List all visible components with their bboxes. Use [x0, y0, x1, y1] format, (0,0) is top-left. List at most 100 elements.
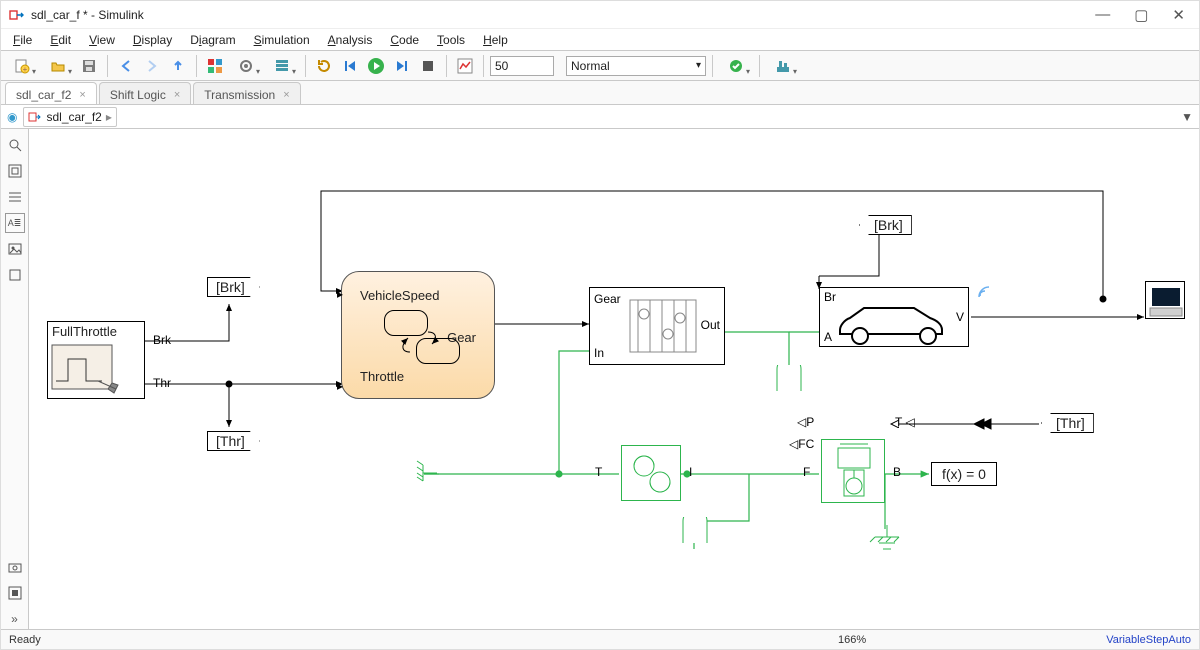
hide-nav-button[interactable]: ◉ [7, 110, 17, 124]
breadcrumb[interactable]: sdl_car_f2 ▸ [23, 107, 116, 127]
menu-diagram[interactable]: Diagram [182, 31, 243, 49]
toolbar-sep [759, 55, 760, 77]
toolbar: + 50 Normal▾ [1, 51, 1199, 81]
menu-analysis[interactable]: Analysis [320, 31, 381, 49]
block-engine[interactable] [821, 439, 885, 503]
goto-thr[interactable]: [Thr] [207, 431, 260, 451]
mech-ref-icon [771, 365, 807, 393]
block-signal-builder[interactable]: FullThrottle [47, 321, 145, 399]
from-thr[interactable]: [Thr] [1041, 413, 1094, 433]
port-f: F [803, 465, 810, 479]
signal-lines [29, 129, 1199, 629]
scope-icon [1146, 282, 1186, 320]
menu-code[interactable]: Code [382, 31, 427, 49]
run-button[interactable] [364, 54, 388, 78]
close-icon[interactable]: × [174, 89, 180, 101]
menu-view[interactable]: View [81, 31, 123, 49]
stop-time-input[interactable]: 50 [490, 56, 554, 76]
fit-to-view-icon[interactable] [5, 161, 25, 181]
window-close-button[interactable]: ✕ [1166, 4, 1191, 26]
port-thr: Thr [153, 376, 171, 390]
side-palette: A≣ » [1, 129, 29, 629]
build-button[interactable] [766, 54, 800, 78]
toolbar-sep [712, 55, 713, 77]
record-icon[interactable] [5, 583, 25, 603]
torque-sensor-icon [622, 446, 682, 502]
model-icon [28, 110, 42, 124]
port-t2: T ◁ [895, 415, 915, 429]
port-brk: Brk [153, 333, 171, 347]
model-config-button[interactable] [229, 54, 263, 78]
menu-display[interactable]: Display [125, 31, 180, 49]
port-b: B [893, 465, 901, 479]
toolbar-sep [446, 55, 447, 77]
block-solver-config[interactable]: f(x) = 0 [931, 462, 997, 486]
mech-ground-icon [415, 459, 445, 487]
simulink-app-icon [9, 7, 25, 23]
explorer-bar: ◉ sdl_car_f2 ▸ ▼ [1, 105, 1199, 129]
annotation-icon[interactable]: A≣ [5, 213, 25, 233]
status-solver[interactable]: VariableStepAuto [1106, 634, 1191, 646]
chart-in-tri: ▸ [337, 287, 343, 301]
car-icon [820, 288, 970, 348]
simulation-mode-select[interactable]: Normal▾ [566, 56, 706, 76]
titlebar: sdl_car_f * - Simulink — ▢ ✕ [1, 1, 1199, 29]
model-tabs: sdl_car_f2× Shift Logic× Transmission× [1, 81, 1199, 105]
from-brk[interactable]: [Brk] [859, 215, 912, 235]
expand-dropdown[interactable]: ▼ [1181, 110, 1193, 124]
model-explorer-button[interactable] [265, 54, 299, 78]
signal-builder-icon [48, 341, 144, 395]
advisor-button[interactable] [719, 54, 753, 78]
data-inspector-button[interactable] [453, 54, 477, 78]
goto-brk[interactable]: [Brk] [207, 277, 260, 297]
menu-file[interactable]: File [5, 31, 40, 49]
image-icon[interactable] [5, 239, 25, 259]
port-fc: ◁FC [789, 437, 814, 451]
toolbar-sep [107, 55, 108, 77]
tab-model[interactable]: sdl_car_f2× [5, 82, 97, 104]
menu-tools[interactable]: Tools [429, 31, 473, 49]
new-model-button[interactable]: + [5, 54, 39, 78]
menu-help[interactable]: Help [475, 31, 516, 49]
block-vehicle[interactable]: Br A V [819, 287, 969, 347]
open-button[interactable] [41, 54, 75, 78]
window-title: sdl_car_f * - Simulink [31, 8, 144, 22]
block-transmission[interactable]: Gear Out In [589, 287, 725, 365]
block-scope[interactable] [1145, 281, 1185, 319]
menu-edit[interactable]: Edit [42, 31, 79, 49]
block-torque-sensor[interactable] [621, 445, 681, 501]
nav-up-button[interactable] [166, 54, 190, 78]
step-fwd-button[interactable] [390, 54, 414, 78]
area-icon[interactable] [5, 265, 25, 285]
library-browser-button[interactable] [203, 54, 227, 78]
save-button[interactable] [77, 54, 101, 78]
svg-text:+: + [23, 65, 28, 74]
signal-log-icon [977, 285, 991, 299]
window-minimize-button[interactable]: — [1089, 4, 1116, 25]
toolbar-sep [305, 55, 306, 77]
nav-back-button[interactable] [114, 54, 138, 78]
more-icon[interactable]: » [5, 609, 25, 629]
tab-transmission[interactable]: Transmission× [193, 82, 300, 104]
toolbar-sep [196, 55, 197, 77]
engine-icon [822, 440, 886, 504]
status-zoom[interactable]: 166% [838, 634, 866, 646]
block-shift-logic[interactable]: VehicleSpeed Gear Throttle [341, 271, 495, 399]
nav-fwd-button[interactable] [140, 54, 164, 78]
close-icon[interactable]: × [283, 89, 289, 101]
port-t: T [595, 465, 602, 479]
toggle-annotations-icon[interactable] [5, 187, 25, 207]
screenshot-icon[interactable] [5, 557, 25, 577]
stop-button[interactable] [416, 54, 440, 78]
menu-simulation[interactable]: Simulation [246, 31, 318, 49]
close-icon[interactable]: × [79, 89, 85, 101]
elec-ground-icon [869, 525, 905, 553]
diagram-canvas[interactable]: FullThrottle Brk Thr [Brk] [Thr] Vehicle… [29, 129, 1199, 629]
tab-shift-logic[interactable]: Shift Logic× [99, 82, 191, 104]
step-back-button[interactable] [338, 54, 362, 78]
menubar: File Edit View Display Diagram Simulatio… [1, 29, 1199, 51]
status-left: Ready [9, 634, 41, 646]
fast-restart-button[interactable] [312, 54, 336, 78]
window-maximize-button[interactable]: ▢ [1128, 4, 1154, 26]
zoom-fit-icon[interactable] [5, 135, 25, 155]
